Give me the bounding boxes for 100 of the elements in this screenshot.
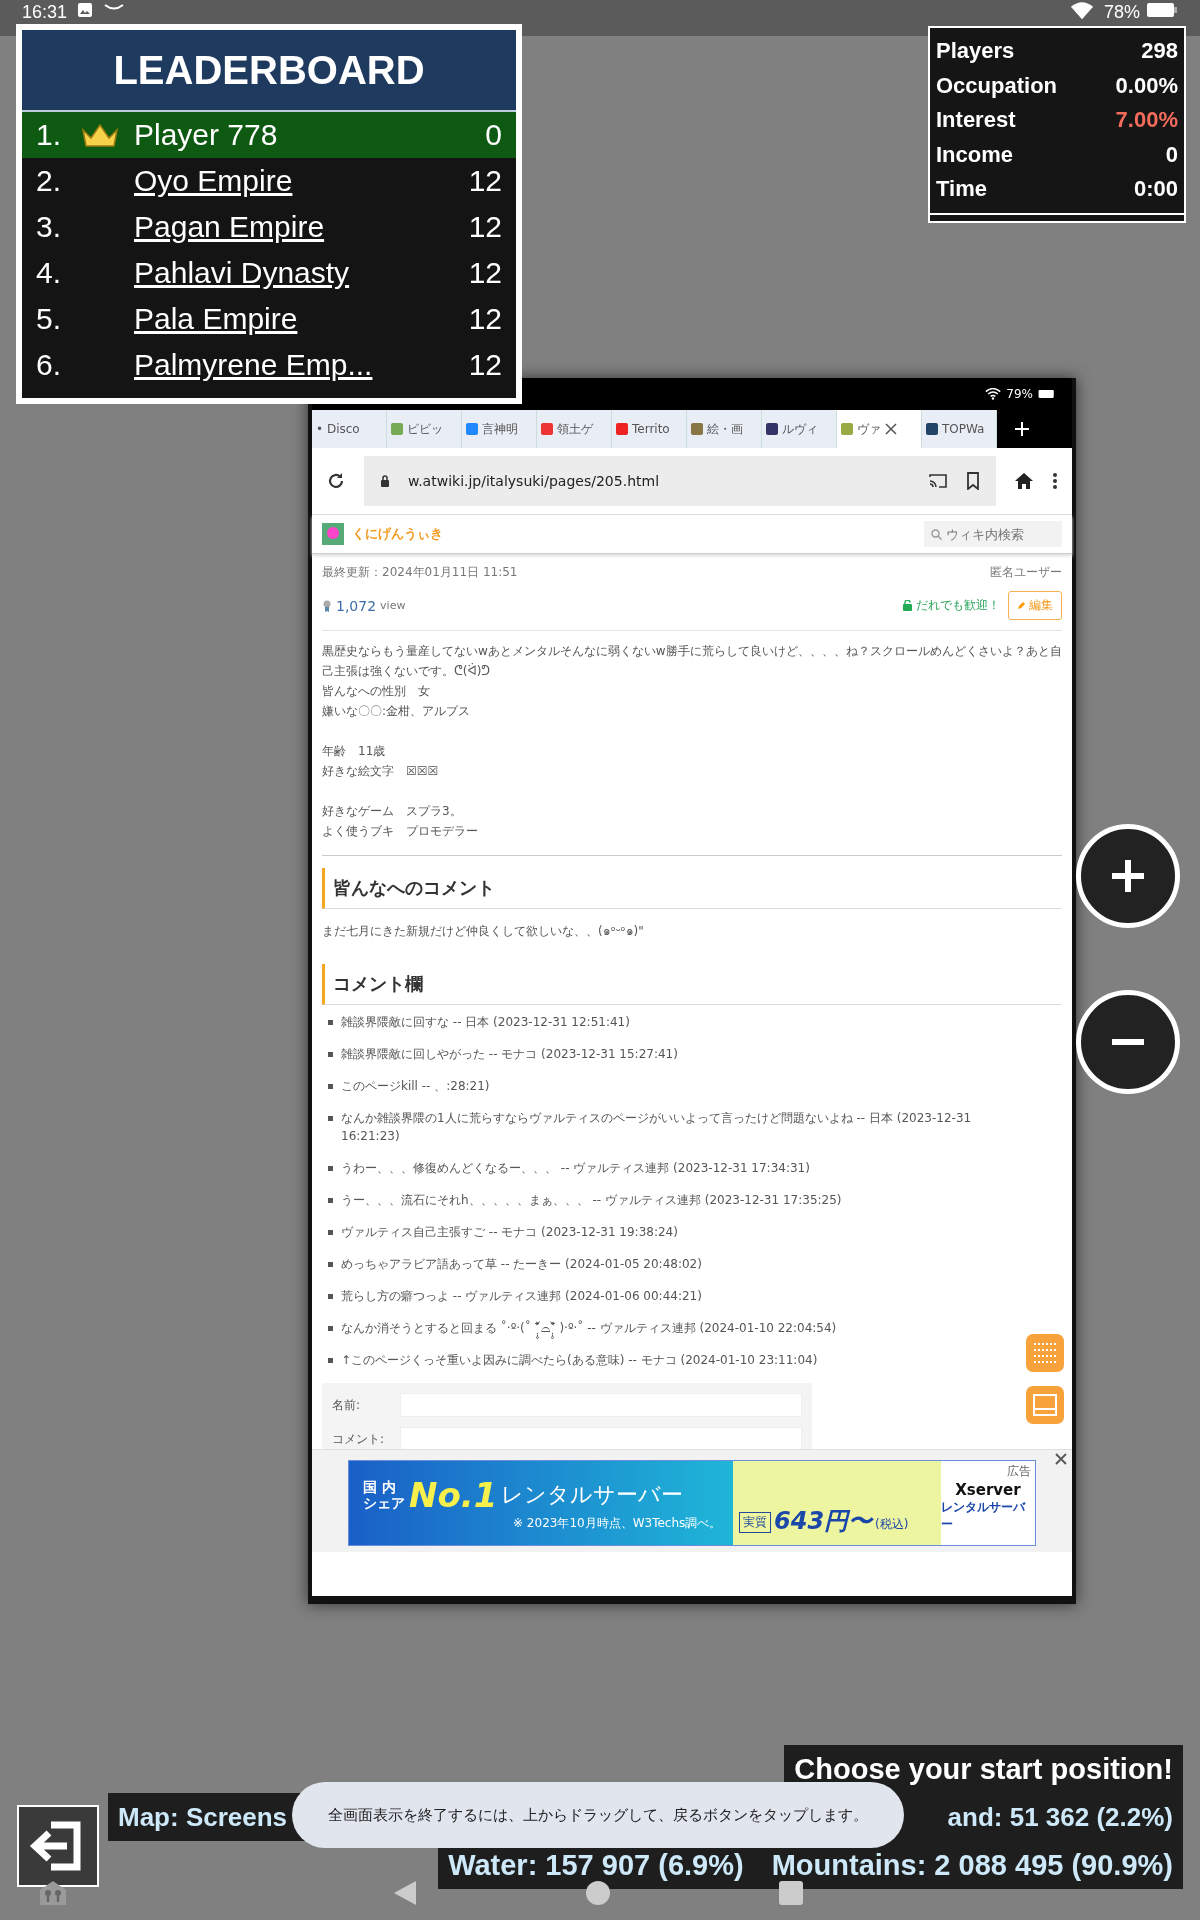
profile-text: 好きなゲーム スプラ3。 <box>322 804 462 818</box>
comment-text: うー、、、流石にそれh、、、、、まぁ、、、 -- ヴァルティス連邦 (2023-12-31 17:35:25) <box>341 1192 842 1209</box>
favicon-icon <box>391 423 403 435</box>
ad-share-text: シェア <box>363 1494 405 1511</box>
close-icon[interactable] <box>1054 1452 1068 1466</box>
stat-value: 7.00% <box>1115 107 1178 134</box>
address-bar[interactable]: w.atwiki.jp/italysuki/pages/205.html <box>364 456 996 506</box>
wifi-icon <box>1069 2 1094 20</box>
stat-label: Players <box>936 38 1015 65</box>
bullet-icon <box>328 1020 333 1025</box>
leaderboard-row[interactable]: 4. Pahlavi Dynasty 12 <box>22 250 516 296</box>
stat-value: 0:00 <box>1133 176 1178 203</box>
stat-label: Time <box>936 176 987 203</box>
name-label: 名前: <box>332 1396 362 1414</box>
battery-icon <box>1146 2 1178 18</box>
stat-label: Income <box>936 141 1014 168</box>
wifi-icon <box>985 388 1002 400</box>
stat-value: 0.00% <box>1115 72 1178 99</box>
view-count: 1,072 <box>336 597 377 614</box>
bullet-icon <box>328 1166 333 1171</box>
bullet-icon <box>328 1358 333 1363</box>
pencil-icon <box>1017 601 1026 610</box>
last-updated: 最終更新：2024年01月11日 11:51 <box>322 564 518 581</box>
ad-label: 広告 <box>1007 1463 1031 1480</box>
browser-tab[interactable]: 絵・画 <box>687 410 762 448</box>
unlock-icon <box>903 600 912 611</box>
stat-label: Occupation <box>936 72 1057 99</box>
battery-percent: 78% <box>1103 2 1140 22</box>
bullet-icon <box>328 1326 333 1331</box>
battery-icon <box>1038 389 1056 399</box>
land-info: and: 51 362 (2.2%) <box>947 1801 1173 1833</box>
ad-brand-sub: レンタルサーバー <box>941 1499 1027 1533</box>
favicon-icon <box>926 423 938 435</box>
browser-tab[interactable]: • Disco <box>312 410 387 448</box>
ad-price-tag: 実質 <box>739 1512 771 1533</box>
profile-text: よく使うブキ プロモデラー <box>322 824 478 838</box>
browser-tab[interactable]: ビビッ <box>387 410 462 448</box>
close-icon[interactable] <box>885 423 897 435</box>
bullet-icon <box>328 1052 333 1057</box>
new-tab-icon[interactable] <box>1013 420 1031 438</box>
comment-text: ↑このページくっそ重いよ因みに調べたら(ある意味) -- モナコ (2024-01-10 23:11:04) <box>341 1352 818 1369</box>
home-icon[interactable] <box>586 1881 610 1905</box>
browser-tab[interactable]: ルヴィ <box>762 410 837 448</box>
favicon-icon <box>541 423 553 435</box>
ad-share-text: 国 内 <box>363 1478 397 1495</box>
profile-text: 皆んなへの性別 女 <box>322 684 430 698</box>
tools-icon[interactable] <box>38 1880 68 1906</box>
bookmark-icon[interactable] <box>966 472 980 490</box>
browser-tab[interactable]: TOPWa <box>922 410 997 448</box>
battery-percent: 79% <box>1006 387 1033 401</box>
favicon-icon <box>691 423 703 435</box>
browser-tab[interactable]: 言神明 <box>462 410 537 448</box>
stat-value: 0 <box>1165 141 1178 168</box>
comment-text: めっちゃアラビア語あって草 -- たーきー (2024-01-05 20:48:02) <box>341 1256 702 1273</box>
more-icon[interactable] <box>1052 472 1058 490</box>
favicon-icon <box>841 423 853 435</box>
favicon-icon <box>616 423 628 435</box>
comment-text: 荒らし方の癖つっよ -- ヴァルティス連邦 (2024-01-06 00:44:21) <box>341 1288 702 1305</box>
leaderboard-row[interactable]: 2. Oyo Empire 12 <box>22 158 516 204</box>
comment-text: 雑談界隈敵に回すな -- 日本 (2023-12-31 12:51:41) <box>341 1014 630 1031</box>
water-info: Water: 157 907 (6.9%) <box>448 1848 744 1882</box>
view-unit: view <box>380 599 406 612</box>
lock-icon <box>380 475 390 487</box>
stat-label: Interest <box>936 107 1016 134</box>
exit-button[interactable] <box>17 1805 99 1887</box>
bullet-icon <box>328 1198 333 1203</box>
section-text: まだ七月にきた新規だけど仲良くして欲しいな、、(๑ᵒᵕᵒ๑)" <box>322 923 645 940</box>
browser-tab[interactable]: Territo <box>612 410 687 448</box>
ad-rank-text: No.1 <box>409 1474 498 1515</box>
welcome-note: だれでも歓迎！ <box>916 597 1000 614</box>
comment-text: ヴァルティス自己主張すご -- モナコ (2023-12-31 19:38:24) <box>341 1224 678 1241</box>
wiki-search-field[interactable]: ウィキ内検索 <box>924 521 1062 547</box>
ad-product-text: レンタルサーバー <box>501 1480 684 1509</box>
ad-brand: Xserver <box>955 1481 1021 1499</box>
browser-tab[interactable]: 領土ゲ <box>537 410 612 448</box>
favicon-icon <box>766 423 778 435</box>
browser-tab[interactable]: ヴァ <box>837 410 922 448</box>
profile-text: 年齢 11歳 <box>322 744 386 758</box>
comment-text: なんか消そうとすると回まる ˚‧º·(˚ ˃̣̣̥᷄⌓˂̣̣̥᷅ )‧º·˚ -- ヴァルティス連邦 (2024-01-10 22:04:54) <box>341 1319 837 1337</box>
leaderboard-row[interactable]: 5. Pala Empire 12 <box>22 296 516 342</box>
leaderboard-row[interactable]: 6. Palmyrene Emp... 12 <box>22 342 516 388</box>
leaderboard-title: LEADERBOARD <box>22 30 516 112</box>
map-info: Map: Screens <box>118 1801 288 1833</box>
section-heading: 皆んなへのコメント <box>322 868 1062 909</box>
smile-icon <box>103 2 126 12</box>
mountains-info: Mountains: 2 088 495 (90.9%) <box>771 1848 1173 1882</box>
leaderboard-row[interactable]: 3. Pagan Empire 12 <box>22 204 516 250</box>
reload-icon[interactable] <box>326 471 346 491</box>
crown-icon <box>80 121 120 149</box>
comment-field[interactable] <box>400 1427 802 1449</box>
medal-icon <box>322 599 332 612</box>
cast-icon[interactable] <box>928 473 948 489</box>
bullet-icon <box>328 1262 333 1267</box>
toast-message: 全画面表示を終了するには、上からドラッグして、戻るボタンをタップします。 <box>292 1782 904 1848</box>
home-icon[interactable] <box>1014 472 1034 490</box>
profile-text: 好きな絵文字 ☒☒☒ <box>322 764 439 778</box>
bullet-icon <box>328 1230 333 1235</box>
leaderboard-row[interactable]: 1. Player 778 0 <box>22 112 516 158</box>
site-logo-icon <box>322 523 344 545</box>
comment-label: コメント: <box>332 1430 386 1448</box>
